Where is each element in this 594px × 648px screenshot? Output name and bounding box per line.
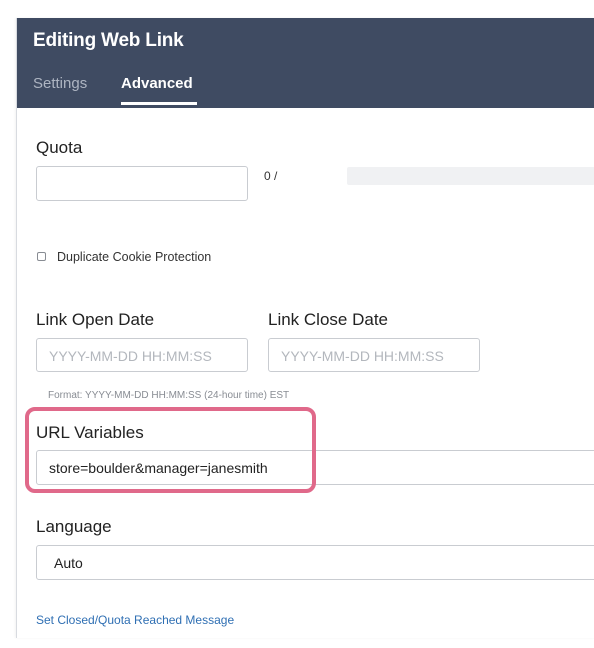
link-open-date-input[interactable]: YYYY-MM-DD HH:MM:SS	[36, 338, 248, 372]
panel-header: Editing Web Link Settings Advanced	[17, 18, 594, 108]
link-close-date-input[interactable]: YYYY-MM-DD HH:MM:SS	[268, 338, 480, 372]
quota-label: Quota	[36, 138, 83, 157]
url-variables-highlight	[25, 407, 316, 493]
language-label: Language	[36, 517, 112, 536]
date-format-hint: Format: YYYY-MM-DD HH:MM:SS (24-hour tim…	[48, 390, 290, 401]
quota-count: 0 /	[264, 169, 278, 183]
quota-input[interactable]	[36, 166, 248, 201]
link-open-date-label: Link Open Date	[36, 310, 155, 329]
duplicate-cookie-checkbox[interactable]	[37, 252, 46, 261]
link-open-date-placeholder: YYYY-MM-DD HH:MM:SS	[49, 348, 212, 364]
closed-quota-message-link[interactable]: Set Closed/Quota Reached Message	[36, 613, 234, 627]
language-selected-value: Auto	[54, 555, 83, 571]
tab-advanced[interactable]: Advanced	[121, 75, 193, 92]
link-close-date-label: Link Close Date	[268, 310, 389, 329]
page-title: Editing Web Link	[33, 30, 184, 51]
editing-web-link-panel: Editing Web Link Settings Advanced Quota…	[16, 18, 594, 638]
duplicate-cookie-label: Duplicate Cookie Protection	[57, 250, 212, 264]
link-close-date-placeholder: YYYY-MM-DD HH:MM:SS	[281, 348, 444, 364]
language-select[interactable]: Auto	[36, 545, 594, 580]
quota-progress-bar	[347, 167, 594, 185]
active-tab-indicator	[121, 102, 197, 105]
tab-settings[interactable]: Settings	[33, 75, 87, 92]
